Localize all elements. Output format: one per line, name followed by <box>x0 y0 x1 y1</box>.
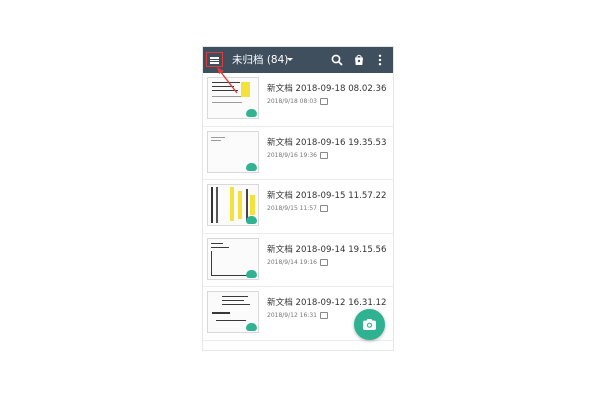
document-thumbnail <box>207 291 259 333</box>
document-name: 新文档 2018-09-18 08.02.36 <box>267 84 387 94</box>
document-row[interactable]: 新文档 2018-09-18 08.02.36 2018/9/18 08:03 <box>203 73 393 127</box>
page-count-icon <box>320 151 328 159</box>
document-date: 2018/9/14 19:16 <box>267 258 317 266</box>
document-name: 新文档 2018-09-15 11.57.22 <box>267 191 387 201</box>
cloud-sync-icon <box>246 269 257 278</box>
page-count-icon <box>320 98 328 105</box>
cloud-sync-icon <box>246 216 257 224</box>
document-thumbnail <box>207 184 259 226</box>
document-date: 2018/9/15 11:57 <box>267 205 317 212</box>
page-count-icon <box>320 205 328 212</box>
camera-fab-button[interactable] <box>354 309 385 340</box>
document-date: 2018/9/12 16:31 <box>267 312 317 319</box>
document-date: 2018/9/16 19:36 <box>267 151 317 159</box>
document-thumbnail <box>207 77 259 119</box>
document-thumbnail <box>207 237 259 280</box>
app-bar: 未归档 (84) <box>203 47 393 73</box>
document-row[interactable]: 新文档 2018-09-14 19.15.56 2018/9/14 19:16 <box>203 234 393 287</box>
folder-title[interactable]: 未归档 (84) <box>232 53 288 67</box>
document-date: 2018/9/18 08:03 <box>267 98 317 105</box>
document-list: 新文档 2018-09-18 08.02.36 2018/9/18 08:03 … <box>203 73 393 341</box>
camera-icon <box>363 319 376 330</box>
dropdown-caret-icon[interactable] <box>287 58 293 61</box>
cloud-sync-icon <box>246 109 257 117</box>
more-vertical-icon[interactable] <box>373 53 387 67</box>
document-name: 新文档 2018-09-14 19.15.56 <box>267 244 387 255</box>
search-icon[interactable] <box>330 53 344 67</box>
document-thumbnail <box>207 130 259 173</box>
cloud-sync-icon <box>246 323 257 331</box>
document-name: 新文档 2018-09-16 19.35.53 <box>267 137 387 148</box>
document-row[interactable]: 新文档 2018-09-16 19.35.53 2018/9/16 19:36 <box>203 127 393 180</box>
bag-icon[interactable] <box>352 53 366 67</box>
cloud-sync-icon <box>246 162 257 171</box>
page-count-icon <box>320 312 328 319</box>
document-row[interactable]: 新文档 2018-09-15 11.57.22 2018/9/15 11:57 <box>203 180 393 234</box>
hamburger-menu-icon[interactable] <box>206 52 223 67</box>
page-count-icon <box>320 258 328 266</box>
document-name: 新文档 2018-09-12 16.31.12 <box>267 298 387 308</box>
phone-screen: 未归档 (84) 新文档 2018-09-18 08.02.36 2018/9/… <box>203 47 393 350</box>
